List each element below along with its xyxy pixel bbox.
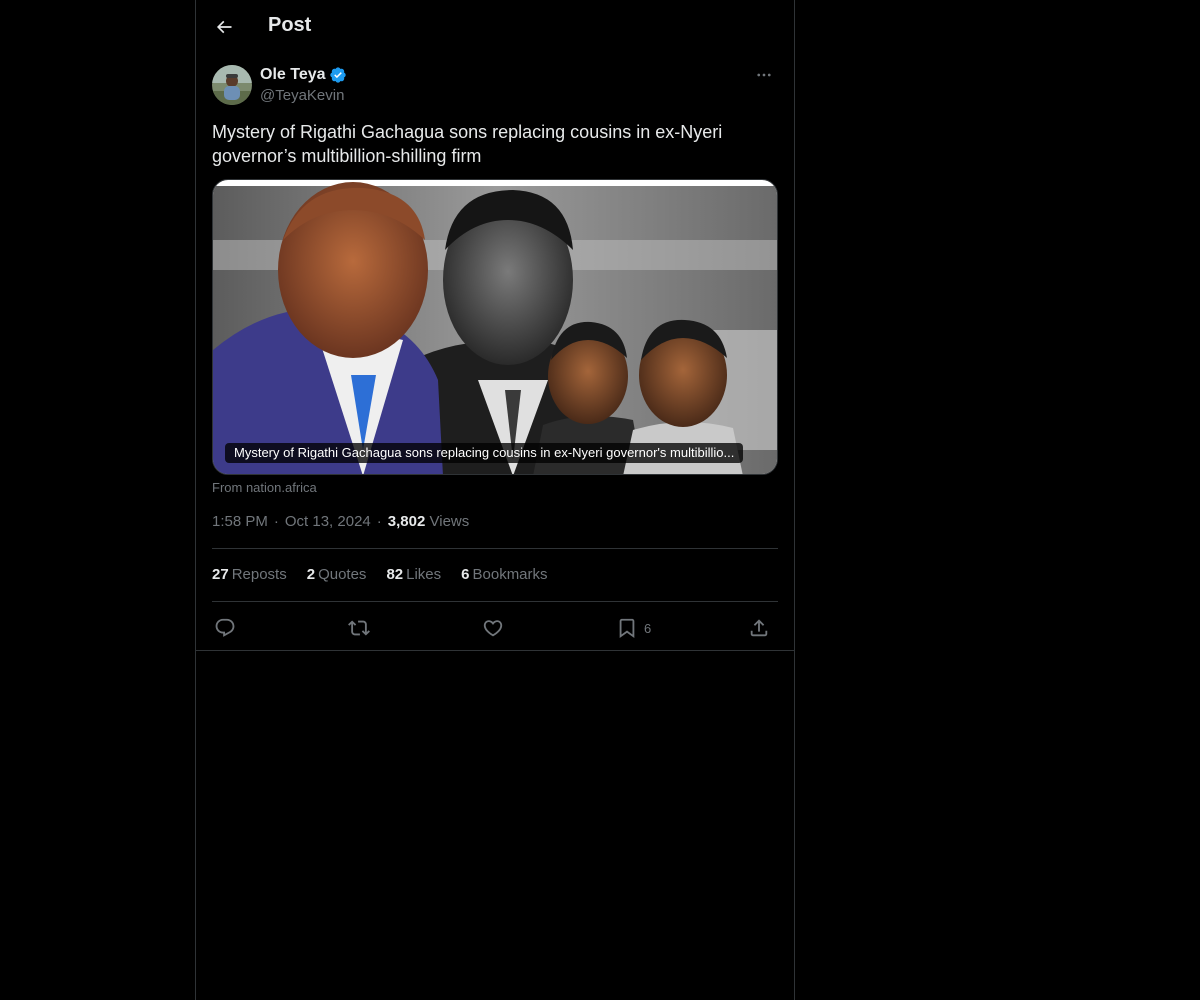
bookmarks-label: Bookmarks xyxy=(472,566,548,583)
share-button[interactable] xyxy=(748,614,770,642)
reply-button[interactable] xyxy=(214,614,236,642)
more-icon xyxy=(757,73,771,77)
reposts-count: 27 xyxy=(212,566,229,583)
repost-icon xyxy=(348,620,370,636)
reposts-label: Reposts xyxy=(231,566,287,583)
divider xyxy=(212,548,778,549)
like-icon xyxy=(483,620,503,637)
meta-separator: · xyxy=(376,513,382,530)
post-meta: 1:58 PM · Oct 13, 2024 · 3,802 Views xyxy=(212,513,469,530)
divider xyxy=(212,601,778,602)
reposts-stat[interactable]: 27 Reposts xyxy=(212,566,287,583)
quotes-count: 2 xyxy=(306,566,316,583)
post-author: Ole Teya @TeyaKevin xyxy=(212,65,778,107)
views-label: Views xyxy=(429,513,470,530)
likes-label: Likes xyxy=(406,566,442,583)
bookmark-icon xyxy=(619,618,635,639)
more-button[interactable] xyxy=(750,65,778,85)
repost-button[interactable] xyxy=(348,614,370,642)
bookmarks-count: 6 xyxy=(461,566,470,583)
post-time[interactable]: 1:58 PM xyxy=(212,513,268,530)
back-button[interactable] xyxy=(208,11,240,43)
avatar[interactable] xyxy=(212,65,252,105)
card-caption: Mystery of Rigathi Gachagua sons replaci… xyxy=(225,443,744,463)
share-icon xyxy=(750,619,768,637)
likes-count: 82 xyxy=(386,566,404,583)
page-title: Post xyxy=(268,14,312,36)
post-stats: 27 Reposts 2 Quotes 82 Likes 6 Bookmarks xyxy=(212,566,548,583)
author-handle[interactable]: @TeyaKevin xyxy=(260,87,344,104)
post-text: Mystery of Rigathi Gachagua sons replaci… xyxy=(212,122,723,166)
card-image xyxy=(213,180,777,474)
like-button[interactable] xyxy=(482,614,504,642)
views-count: 3,802 xyxy=(387,513,426,530)
post-date[interactable]: Oct 13, 2024 xyxy=(285,513,371,530)
post-column: Post Ole Teya @TeyaKevin Mystery of Riga… xyxy=(195,0,795,1000)
post-bottom-border xyxy=(196,650,794,651)
back-arrow-icon xyxy=(216,20,232,34)
card-source[interactable]: From nation.africa xyxy=(212,480,317,495)
link-card[interactable]: Mystery of Rigathi Gachagua sons replaci… xyxy=(212,179,778,475)
quotes-stat[interactable]: 2 Quotes xyxy=(307,566,367,583)
bookmark-button[interactable]: 6 xyxy=(616,614,651,642)
reply-icon xyxy=(215,618,235,637)
post-header: Post xyxy=(196,0,794,54)
meta-separator: · xyxy=(273,513,279,530)
action-bar: 6 xyxy=(212,614,778,642)
bookmark-count: 6 xyxy=(644,620,652,636)
author-name[interactable]: Ole Teya xyxy=(260,66,326,84)
quotes-label: Quotes xyxy=(318,566,367,583)
author-name-row[interactable]: Ole Teya xyxy=(260,66,347,84)
likes-stat[interactable]: 82 Likes xyxy=(386,566,441,583)
bookmarks-stat[interactable]: 6 Bookmarks xyxy=(461,566,547,583)
verified-badge-icon xyxy=(329,67,346,83)
